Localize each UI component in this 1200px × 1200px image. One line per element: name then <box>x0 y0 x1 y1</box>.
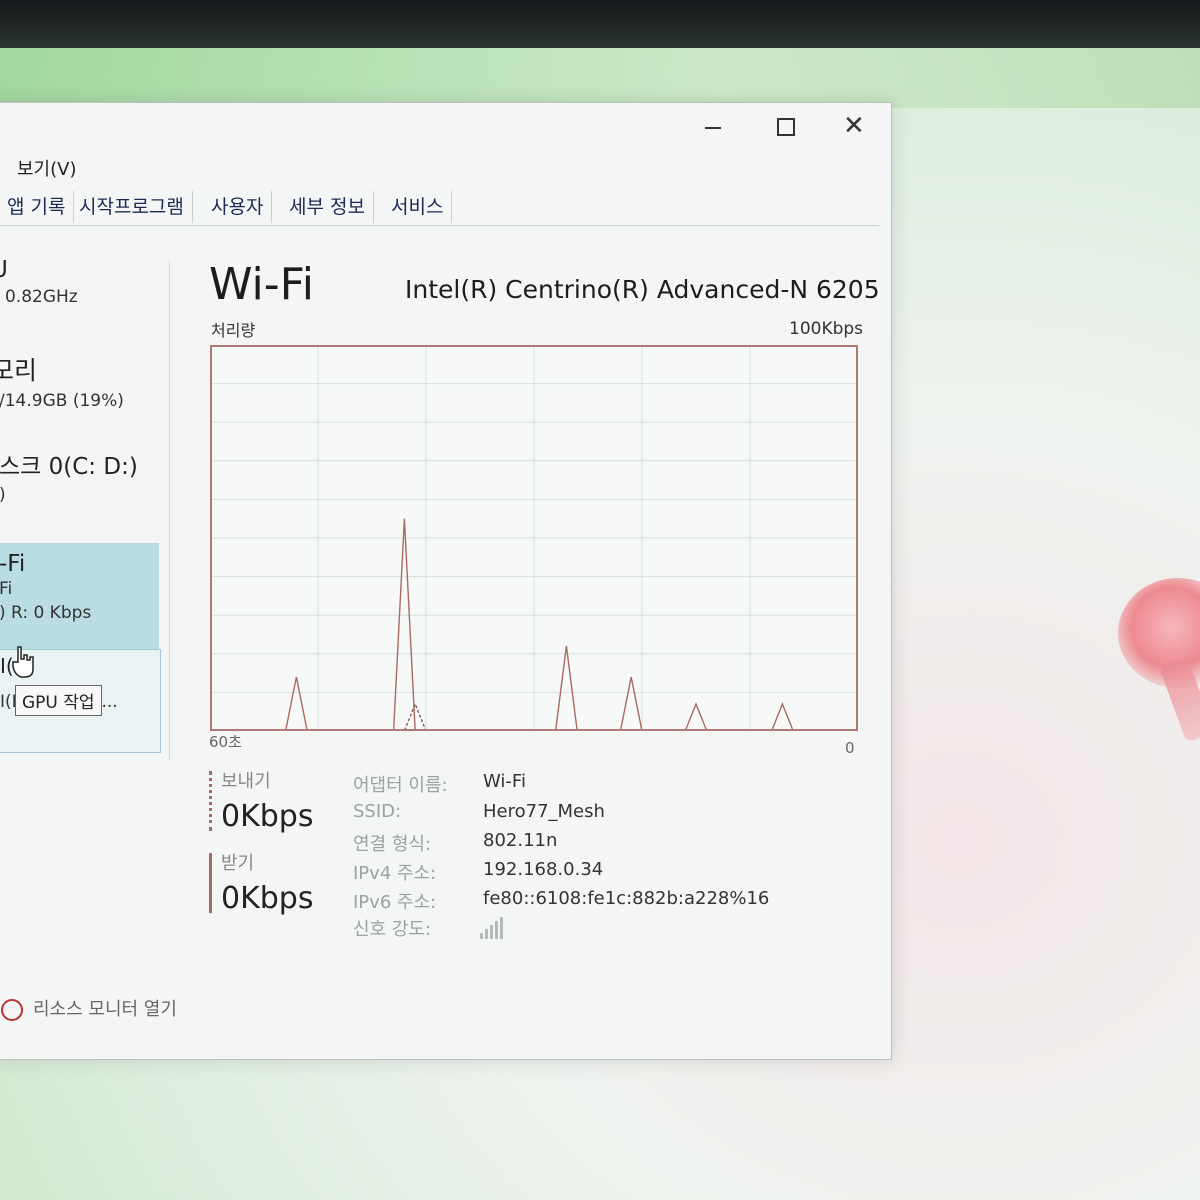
tab-services[interactable]: 서비스 <box>383 191 453 223</box>
sidebar-item-detail: ) <box>0 485 159 505</box>
prop-connection-value: 802.11n <box>483 830 558 851</box>
x-axis-start-label: 60초 <box>209 733 242 751</box>
tab-users[interactable]: 사용자 <box>203 191 273 223</box>
maximize-icon[interactable] <box>777 118 795 136</box>
desktop-background-band <box>0 48 1200 108</box>
close-icon[interactable]: ✕ <box>843 111 865 141</box>
sidebar-item-detail: /14.9GB (19%) <box>0 391 124 411</box>
receive-legend-swatch <box>209 853 212 913</box>
sidebar-item-label: -Fi <box>0 551 26 577</box>
prop-adapter-value: Wi-Fi <box>483 771 526 792</box>
tooltip-gpu: GPU 작업 <box>15 685 102 716</box>
send-legend-swatch <box>209 771 215 831</box>
hand-cursor-icon <box>12 646 34 678</box>
minimize-icon[interactable] <box>705 127 721 129</box>
monitor-bezel <box>0 0 1200 48</box>
tab-app-history[interactable]: 앱 기록 <box>0 191 75 223</box>
prop-ipv4-value: 192.168.0.34 <box>483 859 604 880</box>
adapter-name: Intel(R) Centrino(R) Advanced-N 6205 <box>405 275 880 304</box>
task-manager-window: ✕ 보기(V) 앱 기록 시작프로그램 사용자 세부 정보 서비스 U 0.82… <box>0 102 892 1060</box>
tab-bar: 앱 기록 시작프로그램 사용자 세부 정보 서비스 <box>0 189 879 226</box>
sidebar-divider <box>169 261 170 761</box>
throughput-max-label: 100Kbps <box>789 319 864 339</box>
prop-ipv6-key: IPv6 주소: <box>353 892 437 913</box>
prop-ssid-key: SSID: <box>353 801 402 822</box>
sidebar-item-detail: Fi <box>0 579 13 599</box>
sidebar-item-label: 모리 <box>0 356 38 385</box>
page-title: Wi-Fi <box>209 259 314 310</box>
sidebar-item-wifi[interactable]: -Fi Fi ) R: 0 Kbps <box>0 543 159 649</box>
receive-value: 0Kbps <box>221 881 314 916</box>
x-axis-end-label: 0 <box>845 739 855 757</box>
receive-label: 받기 <box>221 853 255 874</box>
tab-startup[interactable]: 시작프로그램 <box>71 191 193 223</box>
sidebar-item-trail: ... <box>101 692 118 712</box>
sidebar-item-detail: 0.82GHz <box>5 287 78 307</box>
prop-ipv4-key: IPv4 주소: <box>353 863 437 884</box>
send-label: 보내기 <box>221 771 271 792</box>
sidebar-item-rate: ) R: 0 Kbps <box>0 603 92 623</box>
prop-adapter-key: 어댑터 이름: <box>353 775 448 796</box>
prop-ssid-value: Hero77_Mesh <box>483 801 605 822</box>
signal-strength-icon <box>480 917 503 939</box>
throughput-chart <box>210 345 858 731</box>
tab-details[interactable]: 세부 정보 <box>281 191 374 223</box>
sidebar-item-label: 스크 0(C: D:) <box>0 454 138 480</box>
sidebar-item-memory[interactable]: 모리 /14.9GB (19%) <box>0 351 159 411</box>
prop-ipv6-value: fe80::6108:fe1c:882b:a228%16 <box>483 888 770 909</box>
prop-connection-key: 연결 형식: <box>353 834 432 855</box>
sidebar-item-label: U <box>0 257 159 283</box>
open-resource-monitor-link[interactable]: 리소스 모니터 열기 <box>1 995 177 1021</box>
throughput-label: 처리량 <box>211 321 256 340</box>
menu-view[interactable]: 보기(V) <box>17 155 76 181</box>
send-value: 0Kbps <box>221 799 314 834</box>
sidebar-item-cpu[interactable]: U 0.82GHz <box>0 257 159 307</box>
prop-signal-key: 신호 강도: <box>353 919 432 940</box>
sidebar-item-disk[interactable]: 스크 0(C: D:) ) <box>0 447 159 505</box>
resource-monitor-icon <box>1 999 23 1021</box>
footer-label: 리소스 모니터 열기 <box>33 999 177 1020</box>
